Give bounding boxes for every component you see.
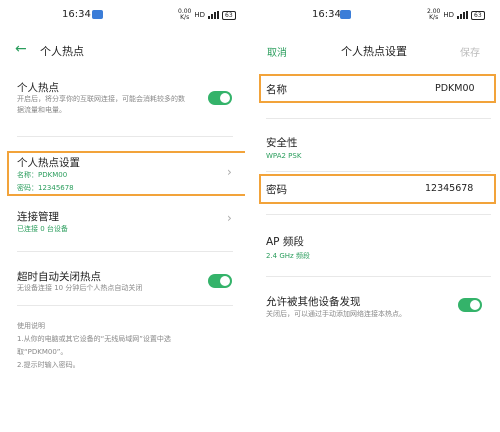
save-button[interactable]: 保存: [460, 44, 480, 59]
network-speed: 2.00 K/s: [427, 9, 440, 21]
password-label: 密码: [266, 184, 287, 196]
hotspot-settings-title: 个人热点设置: [17, 157, 80, 169]
hotspot-toggle[interactable]: [208, 91, 232, 105]
connection-status: 已连接 0 台设备: [17, 225, 68, 233]
divider: [266, 214, 491, 215]
discoverable-toggle[interactable]: [458, 298, 482, 312]
status-indicators: 2.00 K/s HD 63: [427, 9, 485, 21]
auto-off-title: 超时自动关闭热点: [17, 271, 101, 283]
chevron-right-icon[interactable]: ›: [227, 211, 232, 225]
divider: [17, 136, 233, 137]
notification-icon: [92, 10, 103, 19]
hotspot-screen: 16:34 0.00 K/s HD 63 ← 个人热点 个人热点 开启后，将分享…: [0, 0, 245, 432]
page-title: 个人热点: [40, 45, 84, 58]
divider: [266, 276, 491, 277]
help-line-1: 1.从你的电脑或其它设备的“无线局域网”设置中选: [17, 335, 171, 343]
name-label: 名称: [266, 84, 287, 96]
divider: [266, 118, 491, 119]
network-speed: 0.00 K/s: [178, 9, 191, 21]
security-label[interactable]: 安全性: [266, 135, 298, 150]
hotspot-settings-screen: 16:34 2.00 K/s HD 63 取消 个人热点设置 保存 名称 PDK…: [255, 0, 500, 432]
battery-icon: 63: [471, 10, 485, 20]
signal-icon: [208, 11, 220, 19]
chevron-right-icon: ›: [227, 165, 232, 179]
help-line-2: 取“PDKM00”。: [17, 348, 68, 356]
help-title: 使用说明: [17, 322, 45, 330]
auto-off-description: 无设备连接 10 分钟后个人热点自动关闭: [17, 284, 143, 292]
signal-icon: [457, 11, 469, 19]
divider: [17, 251, 233, 252]
password-input[interactable]: 12345678: [425, 183, 473, 194]
ap-band-label[interactable]: AP 频段: [266, 234, 304, 249]
security-value: WPA2 PSK: [266, 152, 302, 160]
status-indicators: 0.00 K/s HD 63: [178, 9, 236, 21]
battery-icon: 63: [222, 10, 236, 20]
notification-icon: [340, 10, 351, 19]
hotspot-password-summary: 密码：12345678: [17, 184, 74, 192]
speed-unit: K/s: [180, 14, 190, 21]
hd-indicator: HD: [194, 10, 206, 19]
page-title: 个人热点设置: [341, 45, 407, 58]
help-line-3: 2.提示时输入密码。: [17, 361, 80, 369]
auto-off-toggle[interactable]: [208, 274, 232, 288]
status-time: 16:34: [312, 9, 341, 20]
speed-unit: K/s: [429, 14, 439, 21]
discoverable-description: 关闭后，可以通过手动添加网络连接本热点。: [266, 310, 406, 318]
hotspot-name-summary: 名称：PDKM00: [17, 171, 68, 179]
hotspot-title: 个人热点: [17, 82, 59, 94]
discoverable-title: 允许被其他设备发现: [266, 296, 361, 308]
back-arrow-icon[interactable]: ←: [15, 41, 27, 57]
hotspot-description: 开启后，将分享你的互联网连接，可能会消耗较多的数据流量和电量。: [17, 95, 185, 114]
cancel-button[interactable]: 取消: [267, 44, 287, 59]
divider: [17, 305, 233, 306]
ap-band-value: 2.4 GHz 频段: [266, 252, 310, 260]
divider: [266, 171, 491, 172]
name-input[interactable]: PDKM00: [435, 83, 475, 94]
status-time: 16:34: [62, 9, 91, 20]
connection-management-title[interactable]: 连接管理: [17, 209, 59, 224]
hd-indicator: HD: [443, 10, 455, 19]
